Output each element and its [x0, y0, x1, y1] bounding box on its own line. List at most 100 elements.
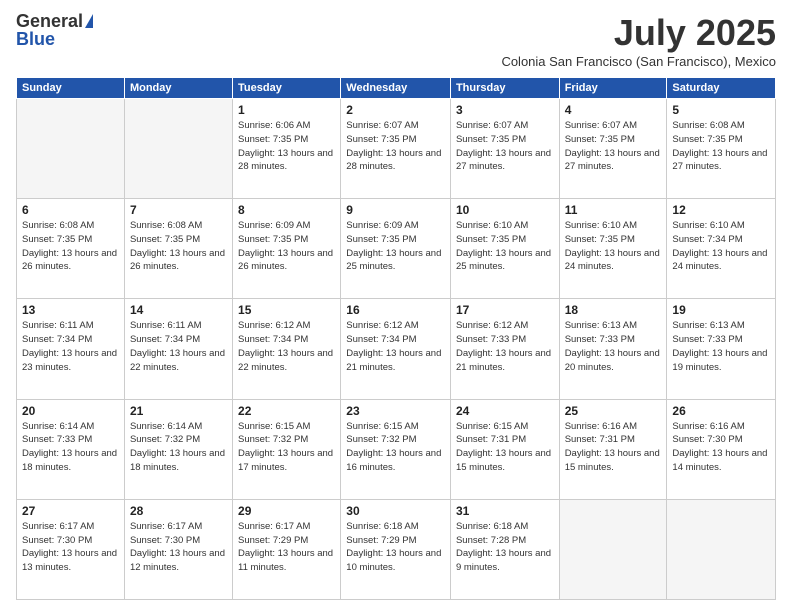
calendar-cell: [124, 99, 232, 199]
calendar-cell: 6 Sunrise: 6:08 AM Sunset: 7:35 PM Daylig…: [17, 199, 125, 299]
day-info: Sunrise: 6:10 AM Sunset: 7:35 PM Dayligh…: [456, 219, 554, 274]
calendar-cell: 28 Sunrise: 6:17 AM Sunset: 7:30 PM Dayli…: [124, 499, 232, 599]
calendar-cell: 5 Sunrise: 6:08 AM Sunset: 7:35 PM Daylig…: [667, 99, 776, 199]
day-number: 4: [565, 103, 662, 117]
calendar-week-row: 1Sunrise: 6:06 AM Sunset: 7:35 PM Daylig…: [17, 99, 776, 199]
calendar-cell: 22 Sunrise: 6:15 AM Sunset: 7:32 PM Dayli…: [233, 399, 341, 499]
logo-blue: Blue: [16, 30, 93, 48]
calendar-cell: 8 Sunrise: 6:09 AM Sunset: 7:35 PM Daylig…: [233, 199, 341, 299]
calendar-header-row: Sunday Monday Tuesday Wednesday Thursday…: [17, 78, 776, 99]
day-number: 26: [672, 404, 770, 418]
day-number: 12: [672, 203, 770, 217]
col-friday: Friday: [559, 78, 667, 99]
day-info: Sunrise: 6:14 AM Sunset: 7:33 PM Dayligh…: [22, 420, 119, 475]
day-number: 27: [22, 504, 119, 518]
day-info: Sunrise: 6:13 AM Sunset: 7:33 PM Dayligh…: [672, 319, 770, 374]
day-info: Sunrise: 6:10 AM Sunset: 7:35 PM Dayligh…: [565, 219, 662, 274]
day-number: 3: [456, 103, 554, 117]
day-info: Sunrise: 6:09 AM Sunset: 7:35 PM Dayligh…: [346, 219, 445, 274]
calendar-cell: [17, 99, 125, 199]
day-info: Sunrise: 6:07 AM Sunset: 7:35 PM Dayligh…: [456, 119, 554, 174]
day-number: 28: [130, 504, 227, 518]
day-info: Sunrise: 6:07 AM Sunset: 7:35 PM Dayligh…: [346, 119, 445, 174]
col-saturday: Saturday: [667, 78, 776, 99]
day-info: Sunrise: 6:08 AM Sunset: 7:35 PM Dayligh…: [672, 119, 770, 174]
day-number: 31: [456, 504, 554, 518]
calendar-cell: 30 Sunrise: 6:18 AM Sunset: 7:29 PM Dayli…: [341, 499, 451, 599]
day-number: 29: [238, 504, 335, 518]
day-number: 30: [346, 504, 445, 518]
calendar-cell: 29 Sunrise: 6:17 AM Sunset: 7:29 PM Dayli…: [233, 499, 341, 599]
calendar-cell: 14Sunrise: 6:11 AM Sunset: 7:34 PM Dayli…: [124, 299, 232, 399]
day-info: Sunrise: 6:16 AM Sunset: 7:30 PM Dayligh…: [672, 420, 770, 475]
calendar-cell: 3 Sunrise: 6:07 AM Sunset: 7:35 PM Daylig…: [450, 99, 559, 199]
day-number: 11: [565, 203, 662, 217]
col-wednesday: Wednesday: [341, 78, 451, 99]
calendar-cell: 12Sunrise: 6:10 AM Sunset: 7:34 PM Dayli…: [667, 199, 776, 299]
calendar-week-row: 27 Sunrise: 6:17 AM Sunset: 7:30 PM Dayli…: [17, 499, 776, 599]
calendar-cell: 18Sunrise: 6:13 AM Sunset: 7:33 PM Dayli…: [559, 299, 667, 399]
day-info: Sunrise: 6:09 AM Sunset: 7:35 PM Dayligh…: [238, 219, 335, 274]
day-info: Sunrise: 6:15 AM Sunset: 7:32 PM Dayligh…: [346, 420, 445, 475]
day-number: 7: [130, 203, 227, 217]
day-number: 2: [346, 103, 445, 117]
calendar-cell: 24 Sunrise: 6:15 AM Sunset: 7:31 PM Dayli…: [450, 399, 559, 499]
day-number: 25: [565, 404, 662, 418]
calendar-cell: [559, 499, 667, 599]
day-info: Sunrise: 6:14 AM Sunset: 7:32 PM Dayligh…: [130, 420, 227, 475]
day-number: 23: [346, 404, 445, 418]
calendar-week-row: 13 Sunrise: 6:11 AM Sunset: 7:34 PM Dayli…: [17, 299, 776, 399]
calendar-table: Sunday Monday Tuesday Wednesday Thursday…: [16, 77, 776, 600]
logo: General Blue: [16, 12, 93, 48]
calendar-cell: 9Sunrise: 6:09 AM Sunset: 7:35 PM Daylig…: [341, 199, 451, 299]
day-number: 5: [672, 103, 770, 117]
calendar-cell: 26 Sunrise: 6:16 AM Sunset: 7:30 PM Dayli…: [667, 399, 776, 499]
calendar-cell: 13 Sunrise: 6:11 AM Sunset: 7:34 PM Dayli…: [17, 299, 125, 399]
title-area: July 2025 Colonia San Francisco (San Fra…: [501, 12, 776, 69]
day-info: Sunrise: 6:07 AM Sunset: 7:35 PM Dayligh…: [565, 119, 662, 174]
day-number: 24: [456, 404, 554, 418]
day-number: 10: [456, 203, 554, 217]
header: General Blue July 2025 Colonia San Franc…: [16, 12, 776, 69]
col-thursday: Thursday: [450, 78, 559, 99]
day-number: 19: [672, 303, 770, 317]
day-info: Sunrise: 6:18 AM Sunset: 7:29 PM Dayligh…: [346, 520, 445, 575]
logo-triangle-icon: [85, 14, 93, 28]
day-number: 21: [130, 404, 227, 418]
day-info: Sunrise: 6:17 AM Sunset: 7:30 PM Dayligh…: [22, 520, 119, 575]
day-info: Sunrise: 6:12 AM Sunset: 7:34 PM Dayligh…: [238, 319, 335, 374]
day-number: 6: [22, 203, 119, 217]
calendar-cell: 10 Sunrise: 6:10 AM Sunset: 7:35 PM Dayli…: [450, 199, 559, 299]
day-number: 17: [456, 303, 554, 317]
day-info: Sunrise: 6:15 AM Sunset: 7:32 PM Dayligh…: [238, 420, 335, 475]
day-number: 14: [130, 303, 227, 317]
day-number: 8: [238, 203, 335, 217]
day-info: Sunrise: 6:12 AM Sunset: 7:33 PM Dayligh…: [456, 319, 554, 374]
day-info: Sunrise: 6:11 AM Sunset: 7:34 PM Dayligh…: [22, 319, 119, 374]
calendar-week-row: 6 Sunrise: 6:08 AM Sunset: 7:35 PM Daylig…: [17, 199, 776, 299]
day-number: 22: [238, 404, 335, 418]
day-number: 16: [346, 303, 445, 317]
calendar-cell: 20 Sunrise: 6:14 AM Sunset: 7:33 PM Dayli…: [17, 399, 125, 499]
day-number: 20: [22, 404, 119, 418]
col-monday: Monday: [124, 78, 232, 99]
day-number: 13: [22, 303, 119, 317]
calendar-cell: 1Sunrise: 6:06 AM Sunset: 7:35 PM Daylig…: [233, 99, 341, 199]
calendar-cell: 11 Sunrise: 6:10 AM Sunset: 7:35 PM Dayli…: [559, 199, 667, 299]
day-info: Sunrise: 6:12 AM Sunset: 7:34 PM Dayligh…: [346, 319, 445, 374]
day-info: Sunrise: 6:13 AM Sunset: 7:33 PM Dayligh…: [565, 319, 662, 374]
calendar-cell: 19 Sunrise: 6:13 AM Sunset: 7:33 PM Dayli…: [667, 299, 776, 399]
day-info: Sunrise: 6:08 AM Sunset: 7:35 PM Dayligh…: [22, 219, 119, 274]
calendar-cell: [667, 499, 776, 599]
day-info: Sunrise: 6:17 AM Sunset: 7:30 PM Dayligh…: [130, 520, 227, 575]
day-info: Sunrise: 6:17 AM Sunset: 7:29 PM Dayligh…: [238, 520, 335, 575]
day-info: Sunrise: 6:16 AM Sunset: 7:31 PM Dayligh…: [565, 420, 662, 475]
calendar-cell: 23 Sunrise: 6:15 AM Sunset: 7:32 PM Dayli…: [341, 399, 451, 499]
calendar-cell: 17 Sunrise: 6:12 AM Sunset: 7:33 PM Dayli…: [450, 299, 559, 399]
day-info: Sunrise: 6:18 AM Sunset: 7:28 PM Dayligh…: [456, 520, 554, 575]
calendar-cell: 7Sunrise: 6:08 AM Sunset: 7:35 PM Daylig…: [124, 199, 232, 299]
day-info: Sunrise: 6:15 AM Sunset: 7:31 PM Dayligh…: [456, 420, 554, 475]
page: General Blue July 2025 Colonia San Franc…: [0, 0, 792, 612]
calendar-cell: 16 Sunrise: 6:12 AM Sunset: 7:34 PM Dayli…: [341, 299, 451, 399]
month-title: July 2025: [501, 12, 776, 54]
